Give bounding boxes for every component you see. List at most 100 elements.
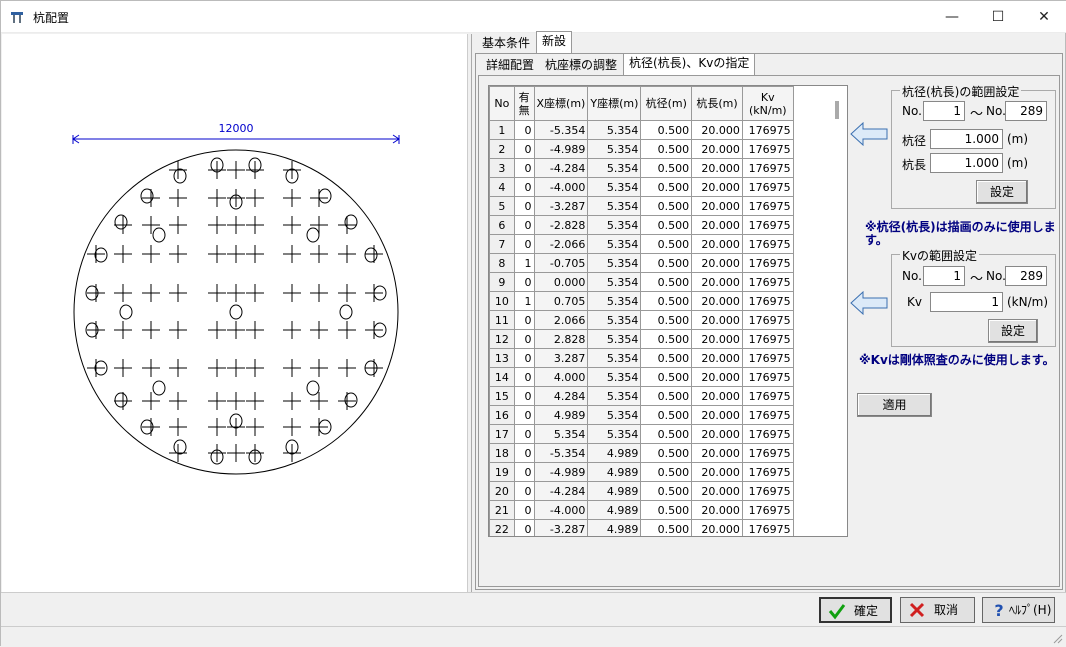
cell-x[interactable]: -5.354 [533, 443, 589, 463]
table-row[interactable]: 7 0 -2.066 5.354 0.500 20.000 176975 [489, 234, 847, 254]
cell-diameter[interactable]: 0.500 [640, 424, 693, 444]
cell-no[interactable]: 9 [489, 272, 515, 292]
cell-diameter[interactable]: 0.500 [640, 310, 693, 330]
pile-table[interactable]: No 有 無 X座標(m) Y座標(m) 杭径(m) 杭長(m) Kv (kN/… [488, 85, 848, 537]
cell-kv[interactable]: 176975 [741, 158, 794, 178]
cell-diameter[interactable]: 0.500 [640, 272, 693, 292]
cell-kv[interactable]: 176975 [741, 443, 794, 463]
cell-no[interactable]: 13 [489, 348, 515, 368]
table-row[interactable]: 19 0 -4.989 4.989 0.500 20.000 176975 [489, 462, 847, 482]
diameter-set-button[interactable]: 設定 [976, 180, 1028, 204]
cell-diameter[interactable]: 0.500 [640, 234, 693, 254]
cell-x[interactable]: -4.284 [533, 158, 589, 178]
cell-kv[interactable]: 176975 [741, 234, 794, 254]
cell-kv[interactable]: 176975 [741, 253, 794, 273]
cell-x[interactable]: 3.287 [533, 348, 589, 368]
cell-x[interactable]: -4.000 [533, 500, 589, 520]
minimize-button[interactable]: — [929, 1, 975, 33]
table-row[interactable]: 14 0 4.000 5.354 0.500 20.000 176975 [489, 367, 847, 387]
cell-diameter[interactable]: 0.500 [640, 481, 693, 501]
cell-presence[interactable]: 1 [513, 291, 535, 311]
cell-length[interactable]: 20.000 [691, 386, 743, 406]
table-row[interactable]: 20 0 -4.284 4.989 0.500 20.000 176975 [489, 481, 847, 501]
help-button[interactable]: ? ﾍﾙﾌﾟ(H) [982, 597, 1055, 623]
cell-no[interactable]: 2 [489, 139, 515, 159]
cell-y[interactable]: 5.354 [587, 329, 642, 349]
cell-presence[interactable]: 0 [513, 481, 535, 501]
cell-x[interactable]: 4.284 [533, 386, 589, 406]
kv-no-from-input[interactable]: 1 [923, 266, 965, 286]
cell-diameter[interactable]: 0.500 [640, 386, 693, 406]
cell-diameter[interactable]: 0.500 [640, 215, 693, 235]
cell-length[interactable]: 20.000 [691, 158, 743, 178]
cell-diameter[interactable]: 0.500 [640, 329, 693, 349]
cell-y[interactable]: 4.989 [587, 519, 642, 536]
cell-length[interactable]: 20.000 [691, 291, 743, 311]
cell-x[interactable]: 0.000 [533, 272, 589, 292]
cell-x[interactable]: 4.989 [533, 405, 589, 425]
cell-kv[interactable]: 176975 [741, 215, 794, 235]
cell-y[interactable]: 5.354 [587, 310, 642, 330]
cell-y[interactable]: 5.354 [587, 253, 642, 273]
cell-kv[interactable]: 176975 [741, 481, 794, 501]
cell-x[interactable]: 0.705 [533, 291, 589, 311]
cell-diameter[interactable]: 0.500 [640, 519, 693, 536]
length-input[interactable]: 1.000 [930, 153, 1003, 173]
cell-kv[interactable]: 176975 [741, 348, 794, 368]
table-row[interactable]: 9 0 0.000 5.354 0.500 20.000 176975 [489, 272, 847, 292]
cell-presence[interactable]: 0 [513, 272, 535, 292]
cell-no[interactable]: 5 [489, 196, 515, 216]
cell-presence[interactable]: 0 [513, 519, 535, 536]
tab-detailed-layout[interactable]: 詳細配置 [481, 56, 540, 76]
cell-diameter[interactable]: 0.500 [640, 367, 693, 387]
cell-y[interactable]: 4.989 [587, 462, 642, 482]
cell-diameter[interactable]: 0.500 [640, 348, 693, 368]
cell-length[interactable]: 20.000 [691, 272, 743, 292]
table-row[interactable]: 5 0 -3.287 5.354 0.500 20.000 176975 [489, 196, 847, 216]
table-scrollbar-thumb[interactable] [835, 101, 839, 119]
cell-y[interactable]: 4.989 [587, 443, 642, 463]
cell-y[interactable]: 5.354 [587, 120, 642, 140]
table-row[interactable]: 8 1 -0.705 5.354 0.500 20.000 176975 [489, 253, 847, 273]
table-row[interactable]: 17 0 5.354 5.354 0.500 20.000 176975 [489, 424, 847, 444]
cell-presence[interactable]: 0 [513, 348, 535, 368]
cell-kv[interactable]: 176975 [741, 405, 794, 425]
cell-kv[interactable]: 176975 [741, 386, 794, 406]
cell-diameter[interactable]: 0.500 [640, 253, 693, 273]
diameter-no-to-input[interactable]: 289 [1005, 101, 1047, 121]
cell-kv[interactable]: 176975 [741, 424, 794, 444]
cell-presence[interactable]: 0 [513, 310, 535, 330]
cell-x[interactable]: -2.828 [533, 215, 589, 235]
cell-no[interactable]: 3 [489, 158, 515, 178]
cell-x[interactable]: 5.354 [533, 424, 589, 444]
cell-kv[interactable]: 176975 [741, 177, 794, 197]
cell-kv[interactable]: 176975 [741, 329, 794, 349]
cell-x[interactable]: -3.287 [533, 519, 589, 536]
cell-no[interactable]: 19 [489, 462, 515, 482]
cell-presence[interactable]: 0 [513, 462, 535, 482]
cell-presence[interactable]: 0 [513, 500, 535, 520]
cell-y[interactable]: 5.354 [587, 234, 642, 254]
cell-x[interactable]: -5.354 [533, 120, 589, 140]
table-row[interactable]: 1 0 -5.354 5.354 0.500 20.000 176975 [489, 120, 847, 140]
cell-length[interactable]: 20.000 [691, 500, 743, 520]
cell-x[interactable]: -4.989 [533, 139, 589, 159]
cell-presence[interactable]: 0 [513, 120, 535, 140]
cell-presence[interactable]: 0 [513, 424, 535, 444]
table-row[interactable]: 15 0 4.284 5.354 0.500 20.000 176975 [489, 386, 847, 406]
cell-diameter[interactable]: 0.500 [640, 158, 693, 178]
cell-diameter[interactable]: 0.500 [640, 443, 693, 463]
cell-length[interactable]: 20.000 [691, 177, 743, 197]
cell-y[interactable]: 4.989 [587, 500, 642, 520]
cell-presence[interactable]: 0 [513, 177, 535, 197]
cell-presence[interactable]: 0 [513, 386, 535, 406]
cell-kv[interactable]: 176975 [741, 139, 794, 159]
cell-presence[interactable]: 0 [513, 196, 535, 216]
cell-kv[interactable]: 176975 [741, 120, 794, 140]
cell-presence[interactable]: 0 [513, 329, 535, 349]
cell-diameter[interactable]: 0.500 [640, 500, 693, 520]
cell-diameter[interactable]: 0.500 [640, 139, 693, 159]
cell-diameter[interactable]: 0.500 [640, 177, 693, 197]
cell-x[interactable]: -0.705 [533, 253, 589, 273]
table-row[interactable]: 2 0 -4.989 5.354 0.500 20.000 176975 [489, 139, 847, 159]
